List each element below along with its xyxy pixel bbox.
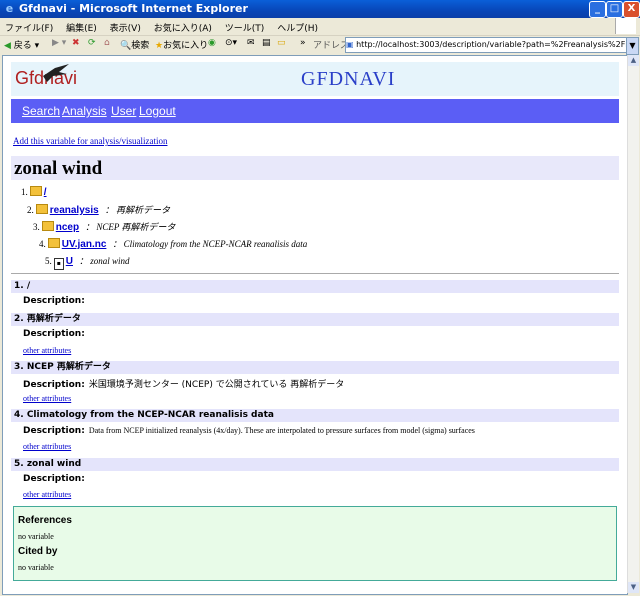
vertical-scrollbar[interactable]: ▲ ▼	[627, 55, 639, 593]
add-variable-link[interactable]: Add this variable for analysis/visualiza…	[13, 136, 167, 146]
tree-item: 3. ncep： NCEP 再解析データ	[33, 221, 176, 233]
forward-button[interactable]: ▶ ▾	[52, 38, 66, 48]
home-icon[interactable]: ⌂	[104, 38, 110, 48]
refresh-icon[interactable]: ⟳	[88, 38, 96, 48]
folder-icon	[41, 221, 54, 231]
tree-link[interactable]: /	[44, 187, 47, 198]
nav-search[interactable]: Search	[22, 104, 60, 118]
references-value: no variable	[18, 532, 54, 541]
other-attributes-link[interactable]: other attributes	[23, 394, 71, 403]
menu-file[interactable]: ファイル(F)	[0, 18, 58, 34]
ie-icon: e	[5, 2, 14, 15]
folder-icon	[35, 204, 48, 214]
logo-bird-icon	[43, 64, 69, 82]
references-heading: References	[18, 515, 72, 526]
window-title: Gfdnavi - Microsoft Internet Explorer	[19, 2, 248, 15]
scroll-up-icon[interactable]: ▲	[628, 55, 639, 66]
menu-help[interactable]: ヘルプ(H)	[272, 18, 323, 34]
site-title: GFDNAVI	[301, 68, 396, 90]
scroll-down-icon[interactable]: ▼	[628, 582, 639, 593]
section-heading: 1. /	[11, 280, 619, 293]
favorites-button[interactable]: ★お気に入り	[155, 38, 208, 51]
section-heading: 2. 再解析データ	[11, 313, 619, 326]
section-heading: 3. NCEP 再解析データ	[11, 361, 619, 374]
tree-item: 1. /	[21, 186, 47, 198]
address-dropdown[interactable]: ▼	[626, 37, 639, 55]
toolbar-overflow[interactable]: »	[300, 38, 306, 48]
maximize-button[interactable]: □	[606, 1, 623, 18]
stop-icon[interactable]: ✖	[72, 38, 80, 48]
tree-link[interactable]: reanalysis	[50, 205, 99, 216]
print-icon[interactable]: ▤	[262, 38, 271, 48]
menu-bar: ファイル(F) 編集(E) 表示(V) お気に入り(A) ツール(T) ヘルプ(…	[0, 18, 640, 36]
windows-logo-icon	[615, 18, 636, 34]
cited-by-heading: Cited by	[18, 546, 58, 557]
site-header: Gfdnavi GFDNAVI	[11, 62, 619, 96]
page-viewport: Gfdnavi GFDNAVI Search Analysis User Log…	[2, 55, 628, 595]
star-icon: ★	[155, 41, 164, 51]
nav-analysis[interactable]: Analysis	[62, 104, 107, 118]
address-text: http://localhost:3003/description/variab…	[356, 40, 627, 49]
search-icon: 🔍	[120, 41, 132, 51]
divider	[11, 273, 619, 274]
description-line: Description:	[23, 296, 85, 306]
minimize-button[interactable]: _	[589, 1, 606, 18]
tree-link[interactable]: UV.jan.nc	[62, 239, 107, 250]
folder-icon	[29, 186, 42, 196]
media-icon[interactable]: ◉	[208, 38, 216, 48]
edit-icon[interactable]: ▭	[277, 38, 286, 48]
description-line: Description: 米国環境予測センター (NCEP) で公開されている 再…	[23, 380, 345, 390]
description-line: Description: Data from NCEP initialized r…	[23, 426, 475, 436]
tree-item: 5. ▪ U： zonal wind	[45, 254, 130, 270]
back-button[interactable]: ◀ 戻る ▾	[4, 38, 39, 51]
close-button[interactable]: X	[623, 1, 640, 18]
section-heading: 4. Climatology from the NCEP-NCAR reanal…	[11, 409, 619, 422]
description-line: Description:	[23, 474, 85, 484]
section-heading: 5. zonal wind	[11, 458, 619, 471]
description-line: Description:	[23, 329, 85, 339]
menu-edit[interactable]: 編集(E)	[61, 18, 102, 34]
references-box: References no variable Cited by no varia…	[13, 506, 617, 581]
search-button[interactable]: 🔍検索	[120, 38, 149, 51]
variable-title: zonal wind	[14, 158, 103, 179]
cited-by-value: no variable	[18, 563, 54, 572]
tree-link[interactable]: U	[66, 256, 73, 267]
menu-favorites[interactable]: お気に入り(A)	[149, 18, 217, 34]
history-icon[interactable]: ⊙▾	[225, 38, 237, 48]
nav-logout[interactable]: Logout	[139, 104, 176, 118]
tree-item: 4. UV.jan.nc： Climatology from the NCEP-N…	[39, 238, 308, 250]
title-bar: e Gfdnavi - Microsoft Internet Explorer …	[0, 0, 640, 18]
menu-tools[interactable]: ツール(T)	[220, 18, 270, 34]
main-nav: Search Analysis User Logout	[11, 99, 619, 123]
menu-view[interactable]: 表示(V)	[105, 18, 146, 34]
other-attributes-link[interactable]: other attributes	[23, 490, 71, 499]
page-icon: ▣	[346, 40, 354, 49]
back-arrow-icon: ◀	[4, 41, 11, 51]
variable-title-bar: zonal wind	[11, 156, 619, 180]
address-bar[interactable]: ▣ http://localhost:3003/description/vari…	[345, 37, 628, 53]
other-attributes-link[interactable]: other attributes	[23, 442, 71, 451]
other-attributes-link[interactable]: other attributes	[23, 346, 71, 355]
mail-icon[interactable]: ✉	[247, 38, 255, 48]
tree-item: 2. reanalysis： 再解析データ	[27, 204, 170, 216]
nav-user[interactable]: User	[111, 104, 136, 118]
tree-link[interactable]: ncep	[56, 222, 79, 233]
file-icon: ▪	[53, 258, 64, 270]
folder-icon	[47, 238, 60, 248]
